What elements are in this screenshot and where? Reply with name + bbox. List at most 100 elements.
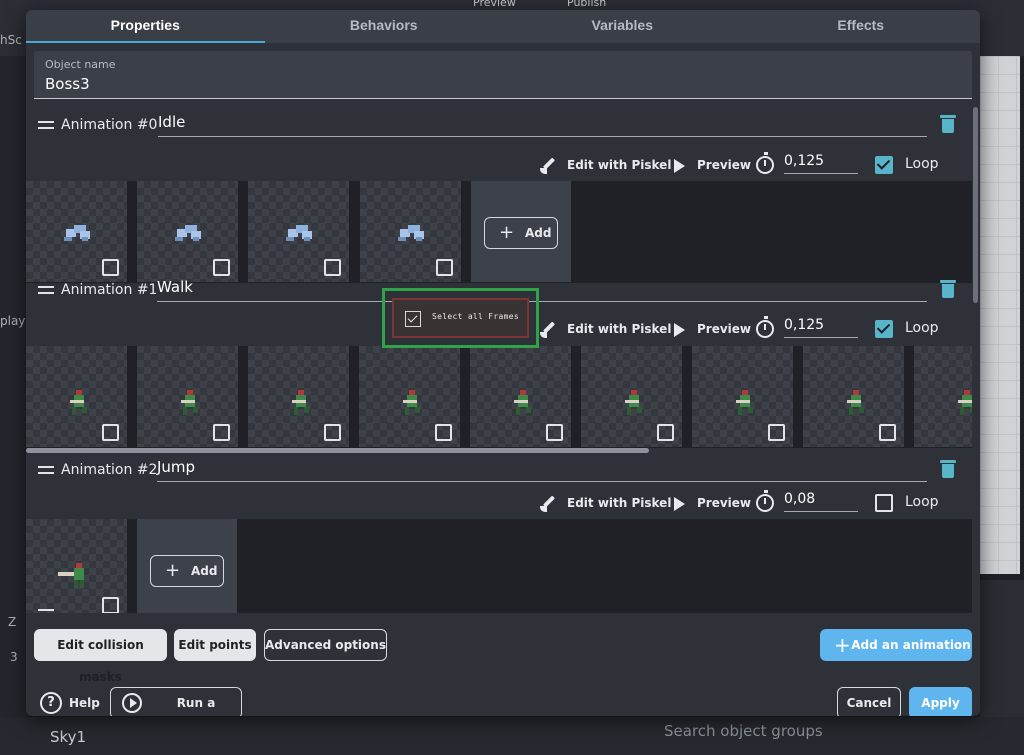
preview-animation-button[interactable]: Preview: [697, 322, 751, 336]
animation-frame[interactable]: [137, 181, 238, 282]
animation-frame[interactable]: [914, 346, 972, 447]
apply-button[interactable]: Apply: [909, 687, 972, 716]
play-icon: [674, 159, 685, 173]
run-preview-button[interactable]: Run a preview: [110, 687, 242, 716]
delete-animation-icon[interactable]: [941, 280, 955, 298]
animations-vertical-scrollbar[interactable]: [973, 107, 978, 303]
preview-animation-button[interactable]: Preview: [697, 496, 751, 510]
green-soldier-sprite: [399, 390, 423, 420]
help-button[interactable]: Help: [69, 696, 100, 710]
edit-with-piskel-button[interactable]: Edit with Piskel: [567, 322, 671, 336]
animation-frame[interactable]: [359, 346, 460, 447]
animation-label: Animation #0: [61, 117, 157, 133]
animation-frame[interactable]: [360, 181, 461, 282]
frame-duration-input[interactable]: 0,125: [784, 152, 858, 174]
frame-select-checkbox[interactable]: [879, 424, 896, 441]
object-name-value[interactable]: Boss3: [45, 75, 90, 93]
preview-toolbar-label[interactable]: Preview: [473, 0, 516, 9]
animation-frame[interactable]: [26, 346, 127, 447]
object-name-field[interactable]: Object name Boss3: [34, 51, 972, 99]
drag-handle-icon[interactable]: [38, 121, 54, 129]
object-groups-search-input[interactable]: Search object groups: [664, 722, 823, 740]
frame-select-checkbox[interactable]: [324, 424, 341, 441]
frame-select-checkbox[interactable]: [768, 424, 785, 441]
bottom-panel-background: [0, 717, 1024, 755]
frame-select-checkbox[interactable]: [657, 424, 674, 441]
tab-properties[interactable]: Properties: [26, 10, 265, 43]
edit-with-piskel-button[interactable]: Edit with Piskel: [567, 158, 671, 172]
frame-select-checkbox[interactable]: [324, 259, 341, 276]
animation-frame[interactable]: [470, 346, 571, 447]
add-animation-button[interactable]: + Add an animation: [820, 629, 972, 661]
animation-frame[interactable]: [26, 181, 127, 282]
select-all-frames-highlight: Select all Frames: [382, 288, 539, 348]
add-frame-button[interactable]: + Add: [484, 217, 558, 249]
blue-bug-sprite: [173, 225, 203, 243]
edit-collision-masks-button[interactable]: Edit collision masks: [34, 629, 167, 661]
frame-select-checkbox[interactable]: [546, 424, 563, 441]
tab-effects[interactable]: Effects: [742, 10, 981, 43]
delete-animation-icon[interactable]: [941, 115, 955, 133]
add-frame-label: Add: [525, 226, 551, 240]
frame-select-checkbox[interactable]: [213, 424, 230, 441]
green-soldier-sprite: [66, 390, 90, 420]
animation-frame[interactable]: [248, 181, 349, 282]
frame-select-checkbox[interactable]: [102, 424, 119, 441]
edit-with-piskel-button[interactable]: Edit with Piskel: [567, 496, 671, 510]
frame-select-checkbox[interactable]: [435, 424, 452, 441]
object-name-label: Object name: [45, 58, 116, 71]
left-panel-text: 3: [10, 650, 18, 664]
tab-variables[interactable]: Variables: [503, 10, 742, 43]
animation-name-input[interactable]: Walk: [157, 276, 927, 302]
loop-checkbox[interactable]: [875, 494, 893, 512]
select-all-frames-checkbox[interactable]: [405, 311, 421, 327]
loop-checkbox[interactable]: [875, 320, 893, 338]
animation-name-input[interactable]: Idle: [158, 111, 927, 137]
frames-horizontal-scrollbar[interactable]: [26, 448, 649, 453]
frame-select-checkbox[interactable]: [102, 259, 119, 276]
loop-checkbox[interactable]: [875, 156, 893, 174]
tab-bar: Properties Behaviors Variables Effects: [26, 10, 980, 43]
frame-select-checkbox[interactable]: [436, 259, 453, 276]
animation-label: Animation #2: [61, 462, 157, 478]
plus-icon: +: [499, 226, 514, 240]
animation-frame[interactable]: [137, 346, 238, 447]
help-icon[interactable]: ?: [40, 692, 62, 714]
blue-bug-sprite: [62, 225, 92, 243]
add-frame-tile: + Add: [471, 181, 571, 282]
object-list-item[interactable]: Sky1: [50, 728, 86, 746]
drag-handle-icon[interactable]: [38, 286, 54, 294]
tab-behaviors[interactable]: Behaviors: [265, 10, 504, 43]
timer-icon: [756, 494, 774, 512]
drag-handle-icon[interactable]: [38, 466, 54, 474]
animation-toolbar: Edit with Piskel Preview 0,125 Loop: [536, 151, 972, 179]
delete-animation-icon[interactable]: [941, 460, 955, 478]
select-all-frames-control[interactable]: Select all Frames: [392, 298, 529, 338]
drag-handle-icon[interactable]: [38, 609, 54, 613]
frame-select-checkbox[interactable]: [213, 259, 230, 276]
dialog-footer: Edit collision masks Edit points Advance…: [26, 620, 980, 716]
animation-frame[interactable]: [26, 519, 127, 613]
add-frame-button[interactable]: + Add: [150, 555, 224, 587]
animation-frame[interactable]: [803, 346, 904, 447]
advanced-options-button[interactable]: Advanced options: [264, 629, 387, 661]
cancel-button[interactable]: Cancel: [837, 687, 901, 716]
animation-name-input[interactable]: Jump: [157, 456, 927, 482]
brush-icon: [540, 157, 558, 175]
blue-bug-sprite: [396, 225, 426, 243]
plus-icon: +: [834, 629, 851, 661]
publish-toolbar-label[interactable]: Publish: [567, 0, 606, 9]
frame-duration-input[interactable]: 0,08: [784, 490, 858, 512]
preview-animation-button[interactable]: Preview: [697, 158, 751, 172]
animation-frame[interactable]: [248, 346, 349, 447]
scene-canvas[interactable]: [980, 56, 1020, 574]
add-frame-tile: + Add: [137, 519, 237, 613]
run-preview-label: Run a preview: [151, 688, 241, 716]
green-soldier-sprite: [177, 390, 201, 420]
animation-frame[interactable]: [581, 346, 682, 447]
animation-header: Animation #0 Idle: [26, 111, 972, 143]
frame-duration-input[interactable]: 0,125: [784, 316, 858, 338]
edit-points-button[interactable]: Edit points: [174, 629, 256, 661]
animation-frame[interactable]: [692, 346, 793, 447]
animation-toolbar: Edit with Piskel Preview 0,08 Loop: [536, 489, 972, 517]
